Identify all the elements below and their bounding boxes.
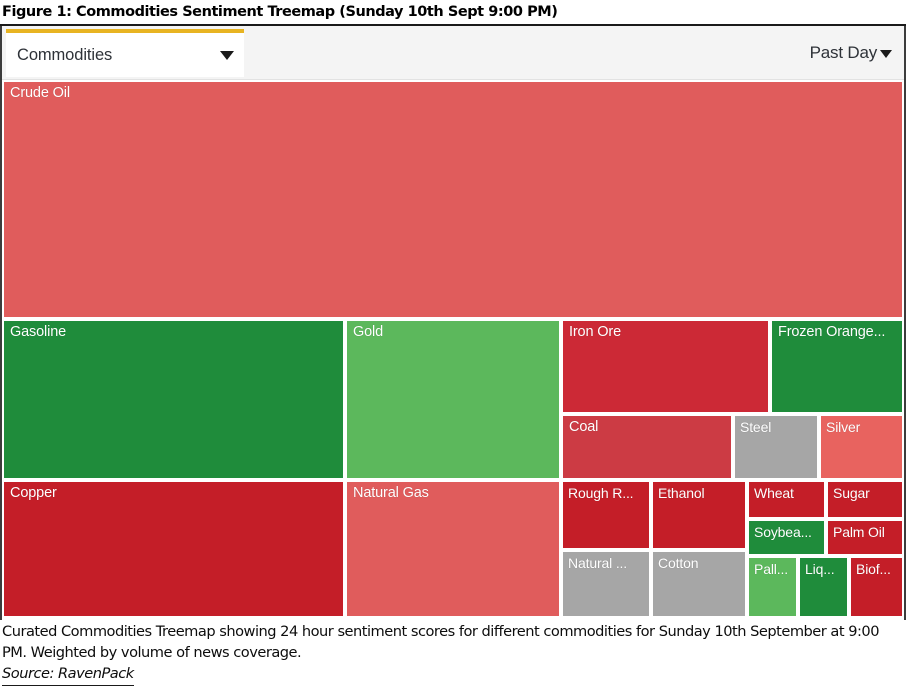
treemap-cell-label: Liq...	[805, 561, 835, 577]
treemap-cell[interactable]: Pall...	[747, 556, 798, 618]
time-range-dropdown-label: Past Day	[809, 43, 878, 62]
caption-text: Curated Commodities Treemap showing 24 h…	[2, 623, 880, 661]
treemap-cell-label: Copper	[10, 485, 57, 501]
treemap-cell-label: Wheat	[754, 485, 794, 501]
treemap-cell[interactable]: Copper	[2, 480, 345, 618]
treemap-cell[interactable]: Biof...	[849, 556, 904, 618]
treemap-cell[interactable]: Wheat	[747, 480, 826, 519]
treemap-cell-label: Cotton	[658, 555, 699, 571]
figure-title-bar: Figure 1: Commodities Sentiment Treemap …	[0, 0, 906, 26]
treemap-cell[interactable]: Gold	[345, 319, 561, 480]
treemap-cell[interactable]: Sugar	[826, 480, 904, 519]
treemap-cell-label: Silver	[826, 419, 861, 435]
treemap-cell-label: Steel	[740, 419, 772, 435]
treemap-cell-label: Rough R...	[568, 485, 634, 501]
treemap-canvas: Crude Oil Gasoline Gold Iron Ore Frozen Oran…	[2, 80, 904, 618]
treemap-cell-label: Gasoline	[10, 324, 67, 340]
chevron-down-icon	[880, 50, 892, 58]
treemap-cell-label: Natural Gas	[353, 485, 429, 501]
treemap-cell-label: Iron Ore	[569, 324, 621, 340]
treemap-cell-label: Crude Oil	[10, 85, 70, 101]
treemap-cell[interactable]: Rough R...	[561, 480, 651, 550]
category-dropdown[interactable]: Commodities	[6, 29, 244, 77]
category-dropdown-label: Commodities	[17, 45, 113, 64]
page-title: Figure 1: Commodities Sentiment Treemap …	[2, 4, 558, 20]
treemap-cell[interactable]: Palm Oil	[826, 519, 904, 556]
chevron-down-icon	[220, 50, 234, 60]
widget-toolbar: Commodities Past Day	[2, 26, 904, 80]
treemap-cell-label: Sugar	[833, 485, 870, 501]
treemap-cell[interactable]: Liq...	[798, 556, 849, 618]
figure-caption: Curated Commodities Treemap showing 24 h…	[0, 620, 906, 686]
treemap-cell-label: Biof...	[856, 561, 891, 577]
treemap-cell-label: Soybea...	[754, 524, 812, 540]
treemap-cell[interactable]: Iron Ore	[561, 319, 770, 414]
treemap-cell-label: Gold	[353, 324, 384, 340]
treemap-cell-label: Ethanol	[658, 485, 705, 501]
treemap-cell[interactable]: Natural Gas	[345, 480, 561, 618]
treemap-cell[interactable]: Silver	[819, 414, 904, 480]
treemap-cell-label: Pall...	[754, 561, 788, 577]
treemap-widget: Commodities Past Day Crude Oil Gasoline Go…	[0, 26, 906, 620]
treemap-cell[interactable]: Cotton	[651, 550, 747, 618]
treemap-cell-label: Frozen Orange...	[778, 324, 886, 340]
treemap-cell[interactable]: Coal	[561, 414, 733, 480]
time-range-dropdown[interactable]: Past Day	[810, 26, 892, 80]
treemap-cell[interactable]: Frozen Orange...	[770, 319, 904, 414]
treemap-cell[interactable]: Crude Oil	[2, 80, 904, 319]
treemap-cell-label: Natural ...	[568, 555, 628, 571]
treemap-cell[interactable]: Natural ...	[561, 550, 651, 618]
caption-source: Source: RavenPack	[2, 664, 134, 686]
treemap-cell[interactable]: Ethanol	[651, 480, 747, 550]
treemap-cell[interactable]: Soybea...	[747, 519, 826, 556]
treemap-cell[interactable]: Gasoline	[2, 319, 345, 480]
treemap-cell[interactable]: Steel	[733, 414, 819, 480]
treemap-cell-label: Palm Oil	[833, 524, 885, 540]
treemap-cell-label: Coal	[569, 419, 599, 435]
